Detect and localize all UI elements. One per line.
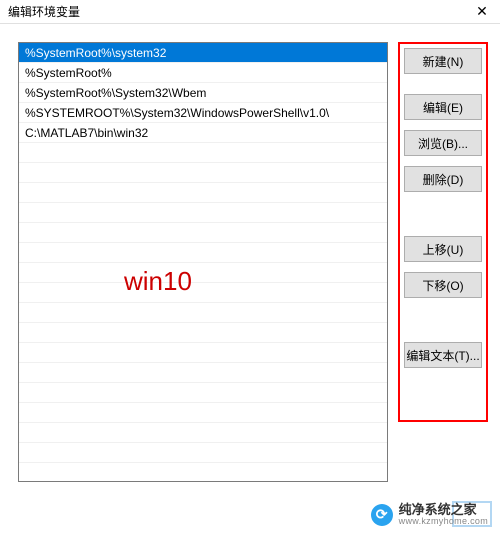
list-item[interactable]: %SystemRoot%\System32\Wbem [19, 83, 387, 103]
list-empty-row [19, 383, 387, 403]
window-title: 编辑环境变量 [8, 3, 80, 20]
list-item[interactable]: C:\MATLAB7\bin\win32 [19, 123, 387, 143]
movedown-button[interactable]: 下移(O) [404, 272, 482, 298]
list-empty-row [19, 223, 387, 243]
list-empty-row [19, 283, 387, 303]
list-empty-row [19, 363, 387, 383]
list-empty-row [19, 263, 387, 283]
watermark-name: 纯净系统之家 [399, 503, 488, 517]
new-button[interactable]: 新建(N) [404, 48, 482, 74]
titlebar: 编辑环境变量 ✕ [0, 0, 500, 24]
watermark-text: 纯净系统之家 www.kzmyhome.com [399, 503, 488, 527]
watermark-icon: ⟳ [371, 504, 393, 526]
list-empty-row [19, 303, 387, 323]
watermark-url: www.kzmyhome.com [399, 517, 488, 527]
list-empty-row [19, 343, 387, 363]
moveup-button[interactable]: 上移(U) [404, 236, 482, 262]
list-empty-row [19, 423, 387, 443]
close-icon: ✕ [476, 3, 488, 20]
list-empty-row [19, 443, 387, 463]
delete-button[interactable]: 删除(D) [404, 166, 482, 192]
list-empty-row [19, 323, 387, 343]
list-empty-row [19, 203, 387, 223]
edittext-button[interactable]: 编辑文本(T)... [404, 342, 482, 368]
list-empty-row [19, 183, 387, 203]
list-item[interactable]: %SystemRoot%\system32 [19, 43, 387, 63]
list-empty-row [19, 243, 387, 263]
watermark: ⟳ 纯净系统之家 www.kzmyhome.com [367, 501, 492, 529]
close-button[interactable]: ✕ [470, 2, 494, 22]
list-empty-row [19, 143, 387, 163]
browse-button[interactable]: 浏览(B)... [404, 130, 482, 156]
list-empty-row [19, 403, 387, 423]
refresh-icon: ⟳ [376, 506, 388, 523]
button-column: 新建(N) 编辑(E) 浏览(B)... 删除(D) 上移(U) 下移(O) 编… [398, 42, 488, 422]
list-item[interactable]: %SYSTEMROOT%\System32\WindowsPowerShell\… [19, 103, 387, 123]
list-item[interactable]: %SystemRoot% [19, 63, 387, 83]
edit-button[interactable]: 编辑(E) [404, 94, 482, 120]
list-empty-row [19, 163, 387, 183]
path-listbox[interactable]: %SystemRoot%\system32 %SystemRoot% %Syst… [18, 42, 388, 482]
content-area: %SystemRoot%\system32 %SystemRoot% %Syst… [0, 24, 500, 482]
